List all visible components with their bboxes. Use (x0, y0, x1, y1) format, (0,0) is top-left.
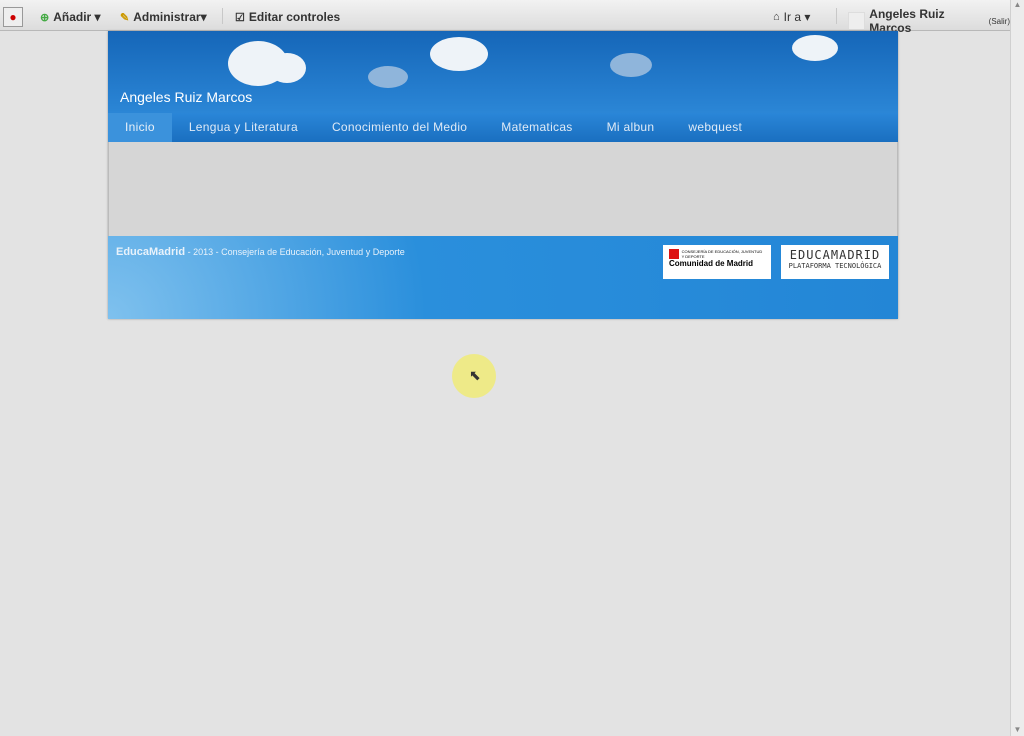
edit-controls-label: Editar controles (248, 10, 341, 24)
nav-item-matematicas[interactable]: Matematicas (484, 113, 589, 142)
manage-menu[interactable]: ✎ Administrar▾ (120, 10, 207, 24)
nav-item-webquest[interactable]: webquest (671, 113, 759, 142)
footer-brand: EducaMadrid (116, 246, 186, 258)
pin-icon[interactable]: ● (3, 7, 23, 27)
logo2-title: EDUCAMADRID (789, 248, 881, 262)
educamadrid-logo[interactable]: EDUCAMADRID PLATAFORMA TECNOLÓGICA (781, 245, 889, 279)
nav-item-inicio[interactable]: Inicio (108, 113, 172, 142)
manage-label: Administrar▾ (133, 10, 207, 24)
footer-copyright: - 2013 - Consejería de Educación, Juvent… (185, 247, 405, 257)
footer-text: EducaMadrid - 2013 - Consejería de Educa… (116, 246, 405, 258)
site-title[interactable]: Angeles Ruiz Marcos (120, 89, 252, 105)
avatar (848, 12, 866, 30)
cloud-decoration (368, 66, 408, 88)
nav-item-conocimiento[interactable]: Conocimiento del Medio (315, 113, 484, 142)
logo1-subtitle: CONSEJERÍA DE EDUCACIÓN, JUVENTUD Y DEPO… (681, 249, 763, 259)
pencil-icon: ✎ (120, 11, 130, 24)
site-header: Angeles Ruiz Marcos (108, 31, 898, 113)
content-area (108, 142, 898, 236)
nav-item-mi-albun[interactable]: Mi albun (590, 113, 672, 142)
divider (836, 8, 837, 24)
checkbox-icon: ☑ (235, 11, 245, 24)
comunidad-madrid-logo[interactable]: CONSEJERÍA DE EDUCACIÓN, JUVENTUD Y DEPO… (663, 245, 771, 279)
logo2-subtitle: PLATAFORMA TECNOLÓGICA (788, 262, 882, 270)
add-label: Añadir ▾ (53, 10, 101, 24)
dockbar: ● ⊕ Añadir ▾ ✎ Administrar▾ ☑ Editar contro… (0, 0, 1010, 35)
home-icon: ⌂ (773, 11, 780, 23)
main-nav: Inicio Lengua y Literatura Conocimiento … (108, 113, 898, 142)
goto-menu[interactable]: ⌂ Ir a ▾ (773, 10, 810, 24)
cursor-icon: ⬉ (469, 367, 481, 383)
logout-link[interactable]: (Salir) (989, 17, 1010, 26)
nav-item-lengua[interactable]: Lengua y Literatura (172, 113, 315, 142)
cloud-decoration (792, 35, 838, 61)
cloud-decoration (430, 37, 488, 71)
divider (222, 8, 223, 24)
site-container: Angeles Ruiz Marcos Inicio Lengua y Lite… (108, 31, 898, 319)
edit-controls-toggle[interactable]: ☑ Editar controles (235, 10, 340, 24)
add-menu[interactable]: ⊕ Añadir ▾ (40, 10, 101, 24)
logo1-title: Comunidad de Madrid (669, 259, 753, 268)
cloud-decoration (268, 53, 306, 83)
cursor-highlight: ⬉ (452, 354, 496, 398)
goto-label: Ir a ▾ (783, 10, 811, 24)
add-icon: ⊕ (40, 11, 50, 24)
site-footer: EducaMadrid - 2013 - Consejería de Educa… (108, 236, 898, 319)
cloud-decoration (610, 53, 652, 77)
scrollbar[interactable]: ▲ ▼ (1010, 0, 1024, 736)
